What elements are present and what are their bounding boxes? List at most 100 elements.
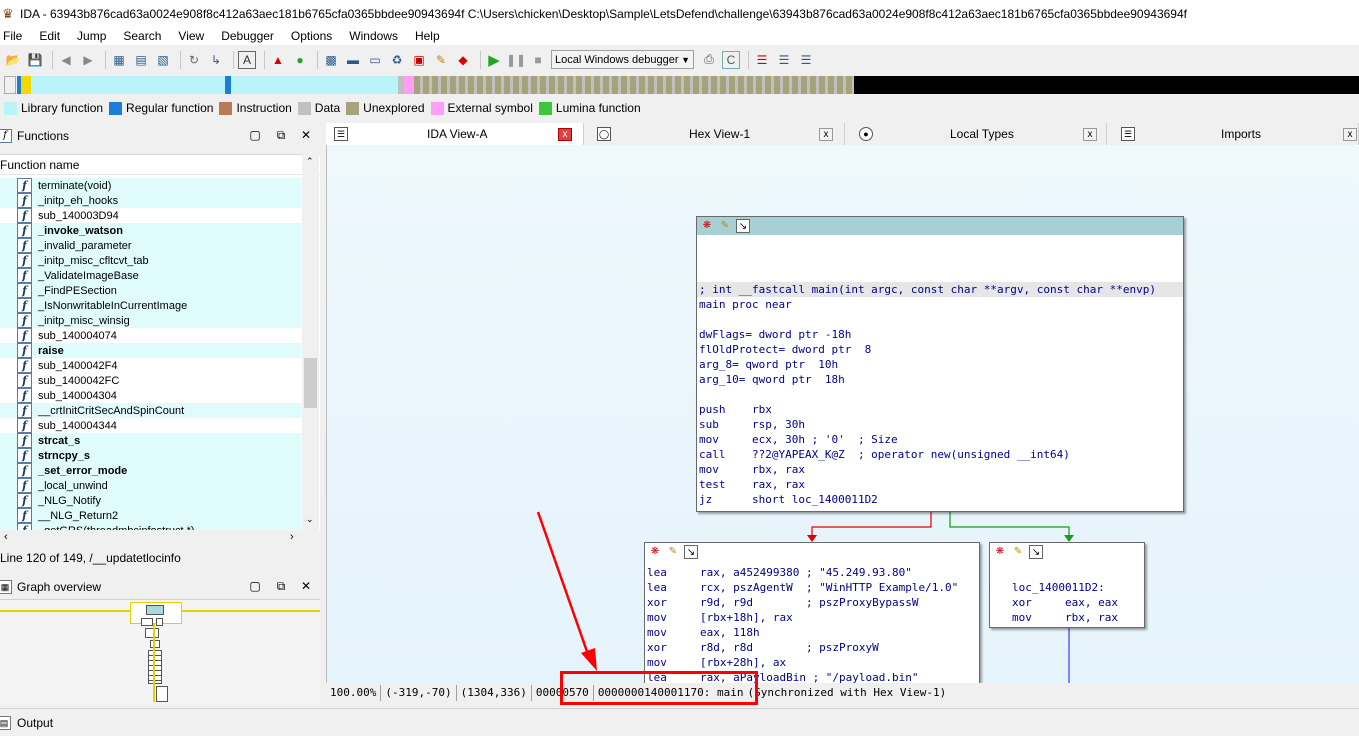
jump-icon[interactable]: ↳ xyxy=(207,51,225,69)
nav-arrow-left-icon[interactable] xyxy=(4,76,16,94)
close-icon[interactable]: ✕ xyxy=(299,128,313,142)
compile-icon[interactable]: C xyxy=(722,50,740,69)
function-row[interactable]: f terminate(void) xyxy=(0,178,301,193)
menu-search[interactable]: Search xyxy=(120,29,166,43)
function-row[interactable]: f _ValidateImageBase xyxy=(0,268,301,283)
function-row[interactable]: f sub_140004344 xyxy=(0,418,301,433)
function-row[interactable]: f sub_140004074 xyxy=(0,328,301,343)
tab-close-icon[interactable]: x xyxy=(1343,127,1357,141)
pause-icon[interactable]: ❚❚ xyxy=(506,51,526,69)
function-name: _ValidateImageBase xyxy=(38,269,139,282)
function-row[interactable]: f strncpy_s xyxy=(0,448,301,463)
menu-debugger[interactable]: Debugger xyxy=(218,29,279,43)
function-row[interactable]: f __crtInitCritSecAndSpinCount xyxy=(0,403,301,418)
function-row[interactable]: f sub_140003D94 xyxy=(0,208,301,223)
scroll-left-icon[interactable]: ‹ xyxy=(4,531,8,543)
menu-windows[interactable]: Windows xyxy=(346,29,403,43)
toolbar-separator xyxy=(317,50,318,69)
function-row[interactable]: f _local_unwind xyxy=(0,478,301,493)
list-icon[interactable]: ☰ xyxy=(753,51,771,69)
functions-vertical-scrollbar[interactable]: ⌃ ⌄ xyxy=(302,154,319,530)
restore-icon[interactable]: ⧉ xyxy=(274,579,288,594)
structs-icon[interactable]: ▬ xyxy=(344,51,362,69)
graph-view-icon[interactable]: ▦ xyxy=(110,51,128,69)
play-icon[interactable]: ▶ xyxy=(485,51,503,69)
tab-bar: ☰ IDA View-A x ◯ Hex View-1 x ● Local Ty… xyxy=(326,123,1359,145)
function-row[interactable]: f sub_1400042F4 xyxy=(0,358,301,373)
function-row[interactable]: f __NLG_Return2 xyxy=(0,508,301,523)
output-panel-header[interactable]: ▤ Output xyxy=(0,708,1359,736)
scroll-down-icon[interactable]: ⌄ xyxy=(306,514,314,525)
xref-icon[interactable]: ♻ xyxy=(388,51,406,69)
breakpoint-icon[interactable]: ▲ xyxy=(269,51,287,69)
list-add-icon[interactable]: ☰ xyxy=(775,51,793,69)
enums-icon[interactable]: ▭ xyxy=(366,51,384,69)
function-row[interactable]: f_getGRS(threadmbcinfostruct *) xyxy=(0,523,301,530)
functions-list[interactable]: Function name f terminate(void) f _initp_eh… xyxy=(0,154,320,530)
menu-edit[interactable]: Edit xyxy=(36,29,65,43)
attach-icon[interactable]: ⎙ xyxy=(700,51,718,69)
function-name: _local_unwind xyxy=(38,479,108,492)
menu-file[interactable]: File xyxy=(0,29,27,43)
function-row[interactable]: f _initp_misc_winsig xyxy=(0,313,301,328)
text-search-icon[interactable]: A xyxy=(238,50,256,69)
proximity-view-icon[interactable]: ▧ xyxy=(154,51,172,69)
function-row[interactable]: f strcat_s xyxy=(0,433,301,448)
menu-view[interactable]: View xyxy=(175,29,209,43)
function-row[interactable]: f _invoke_watson xyxy=(0,223,301,238)
segments-icon[interactable]: ▩ xyxy=(322,51,340,69)
tab-ida-view-a[interactable]: ☰ IDA View-A x xyxy=(326,123,584,145)
stop-icon[interactable]: ■ xyxy=(529,51,547,69)
list-remove-icon[interactable]: ☰ xyxy=(797,51,815,69)
refresh-icon[interactable]: ↻ xyxy=(185,51,203,69)
scroll-right-icon[interactable]: › xyxy=(290,531,294,543)
menu-help[interactable]: Help xyxy=(412,29,445,43)
debugger-select[interactable]: Local Windows debugger ▼ xyxy=(551,50,694,69)
menu-options[interactable]: Options xyxy=(288,29,337,43)
maximize-icon[interactable]: ▢ xyxy=(248,579,262,593)
function-row[interactable]: f sub_140004304 xyxy=(0,388,301,403)
function-row[interactable]: f _set_error_mode xyxy=(0,463,301,478)
menu-jump[interactable]: Jump xyxy=(74,29,111,43)
maximize-icon[interactable]: ▢ xyxy=(248,128,262,142)
function-row[interactable]: f raise xyxy=(0,343,301,358)
close-icon[interactable]: ✕ xyxy=(299,579,313,593)
tab-local-types[interactable]: ● Local Types x xyxy=(851,123,1107,145)
graph-overview-title: Graph overview xyxy=(17,580,102,594)
graph-overview-canvas[interactable] xyxy=(0,599,320,704)
restore-icon[interactable]: ⧉ xyxy=(274,128,288,143)
navigation-band[interactable] xyxy=(0,74,1359,96)
scroll-up-icon[interactable]: ⌃ xyxy=(306,156,314,167)
function-row[interactable]: f _initp_eh_hooks xyxy=(0,193,301,208)
function-row[interactable]: f _initp_misc_cfltcvt_tab xyxy=(0,253,301,268)
patch-icon[interactable]: ✎ xyxy=(432,51,450,69)
functions-horizontal-scrollbar[interactable]: ‹ › xyxy=(0,530,320,547)
tab-hex-view-1[interactable]: ◯ Hex View-1 x xyxy=(589,123,845,145)
save-icon[interactable]: 💾 xyxy=(26,51,44,69)
nav-cursor-marker xyxy=(21,76,31,94)
tab-imports[interactable]: ☰ Imports x xyxy=(1113,123,1359,145)
stop-square-icon[interactable]: ▣ xyxy=(410,51,428,69)
function-row[interactable]: f _NLG_Notify xyxy=(0,493,301,508)
function-row[interactable]: f _IsNonwritableInCurrentImage xyxy=(0,298,301,313)
back-icon[interactable]: ◀ xyxy=(57,51,75,69)
scroll-thumb[interactable] xyxy=(304,358,317,408)
function-icon: f xyxy=(17,313,32,328)
function-row[interactable]: f _invalid_parameter xyxy=(0,238,301,253)
function-row[interactable]: f sub_1400042FC xyxy=(0,373,301,388)
ida-graph-view[interactable]: ❋ ✎ ↘ ; int __fastcall main(int argc, co… xyxy=(326,145,1359,683)
forward-icon[interactable]: ▶ xyxy=(79,51,97,69)
stop-diamond-icon[interactable]: ◆ xyxy=(454,51,472,69)
tab-close-icon[interactable]: x xyxy=(1083,127,1097,141)
function-icon: f xyxy=(17,448,32,463)
tab-close-icon[interactable]: x xyxy=(819,127,833,141)
overview-node xyxy=(145,628,159,638)
run-green-icon[interactable]: ● xyxy=(291,51,309,69)
function-name: _set_error_mode xyxy=(38,464,128,477)
tab-close-icon[interactable]: x xyxy=(558,127,572,141)
functions-column-header[interactable]: Function name xyxy=(0,155,320,175)
open-icon[interactable]: 📂 xyxy=(4,51,22,69)
function-row[interactable]: f _FindPESection xyxy=(0,283,301,298)
text-view-icon[interactable]: ▤ xyxy=(132,51,150,69)
nav-segment-library xyxy=(231,76,398,94)
